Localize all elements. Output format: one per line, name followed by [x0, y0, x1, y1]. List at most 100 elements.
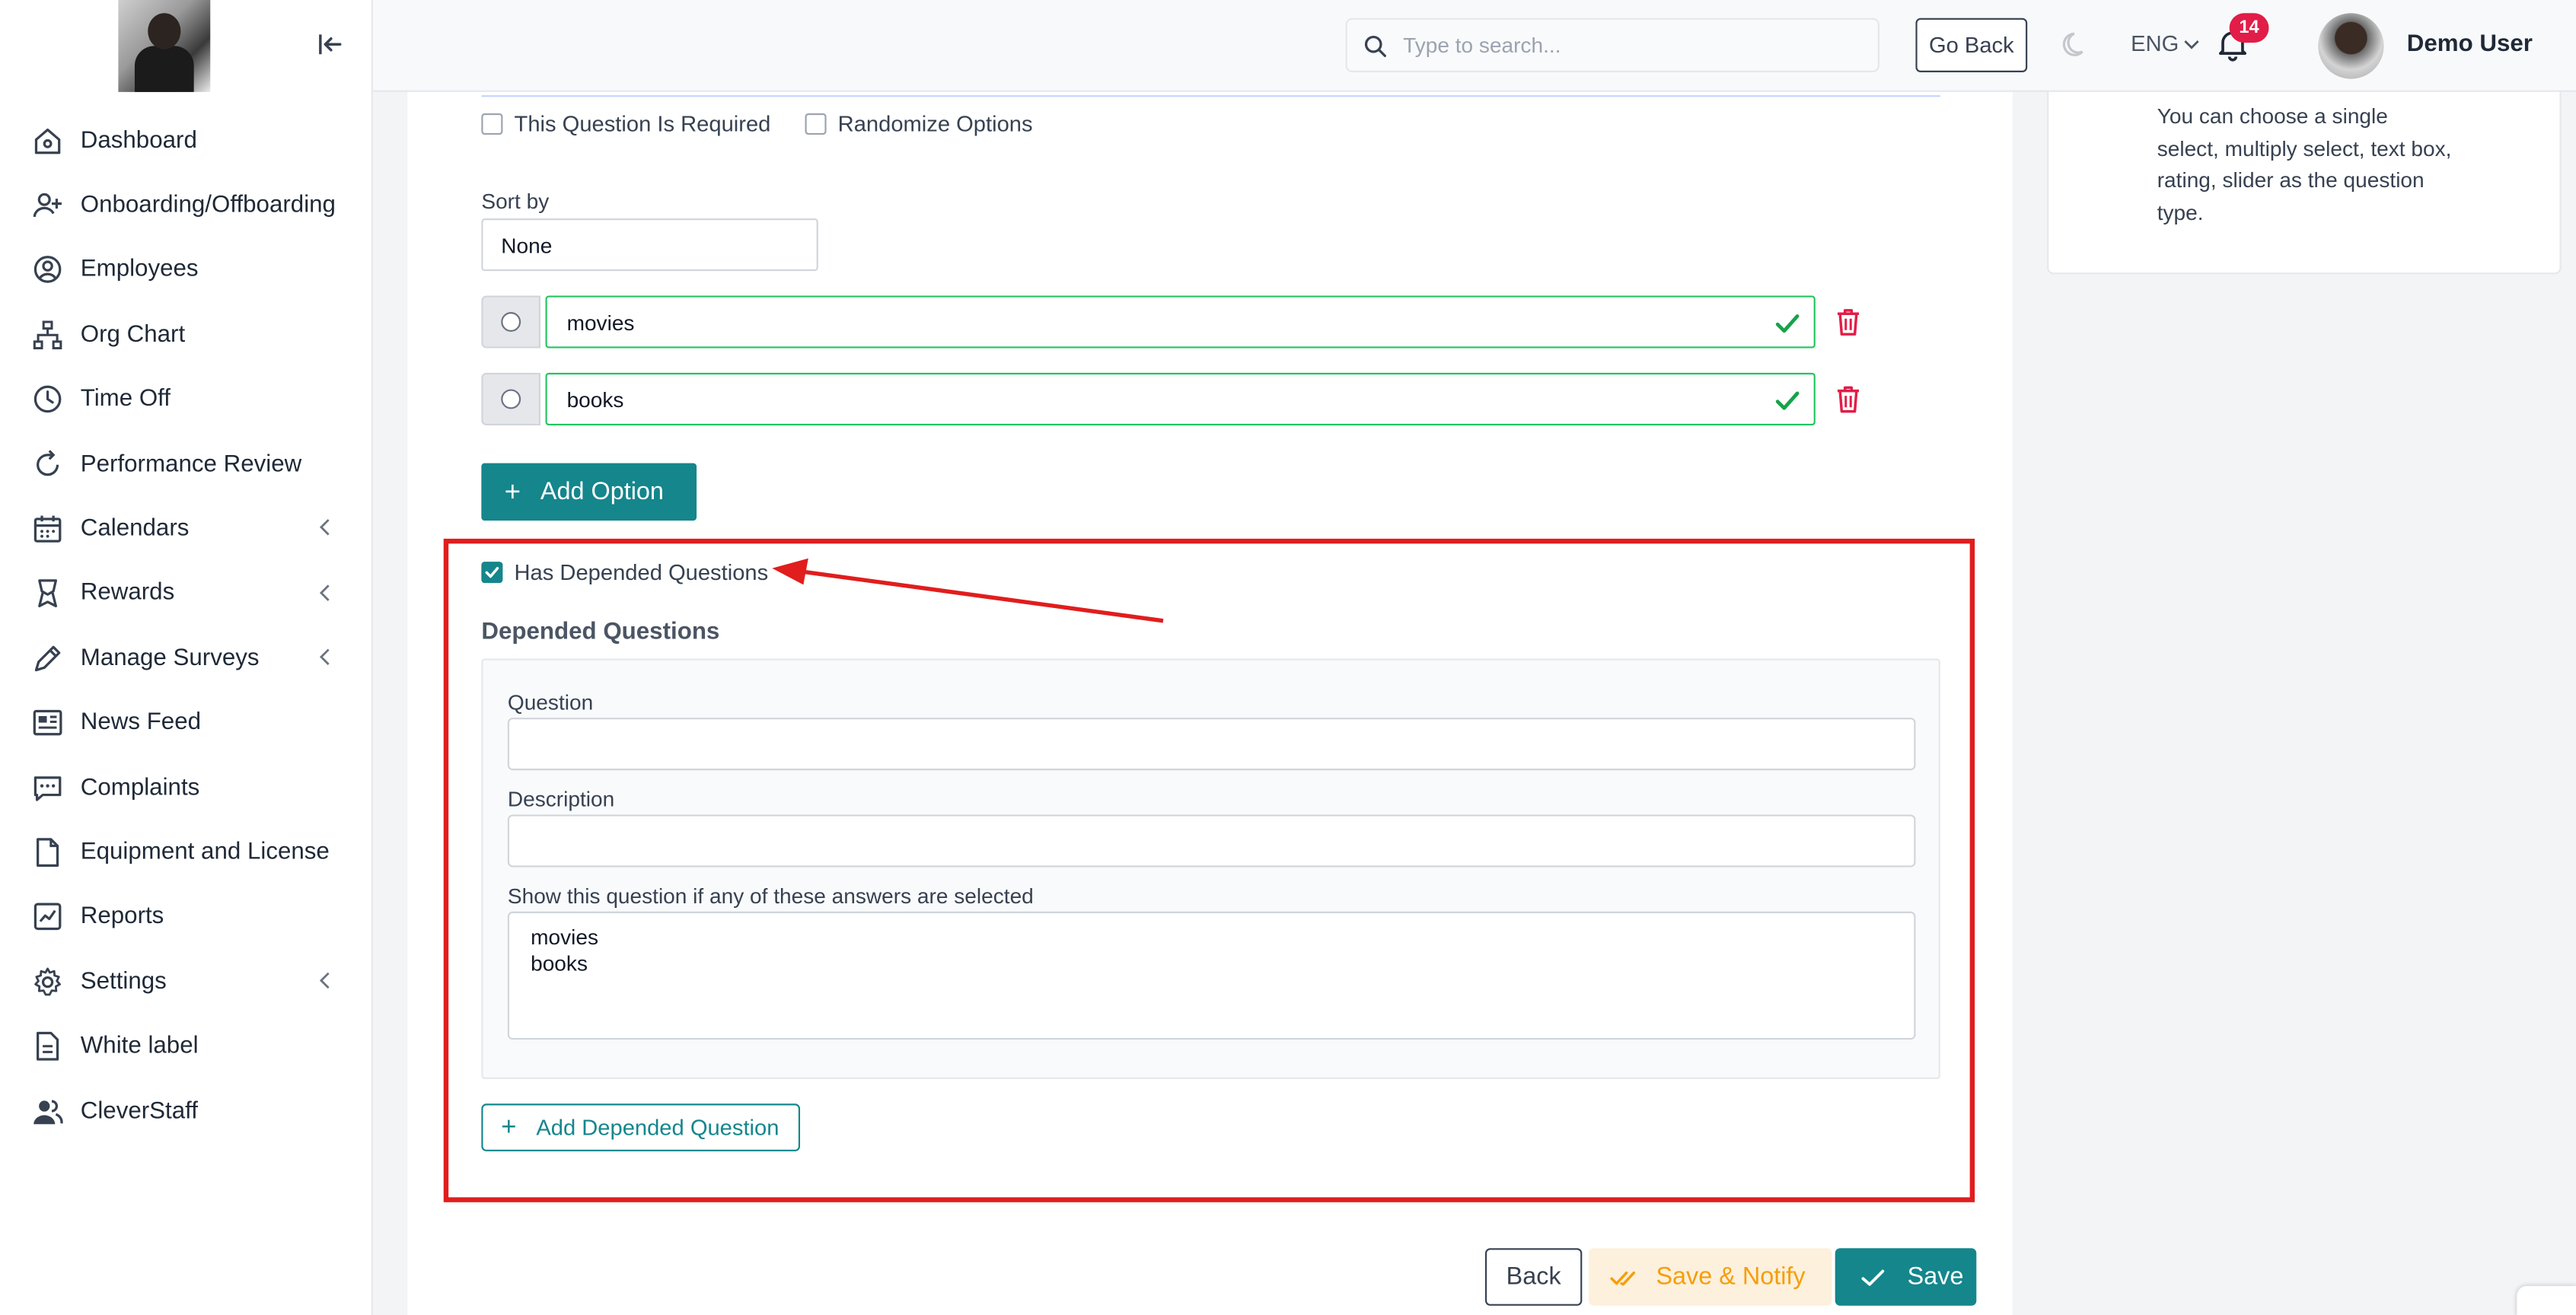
chart-icon	[33, 903, 62, 931]
chevron-down-icon	[2184, 39, 2200, 49]
sidebar-item-manage-surveys[interactable]: Manage Surveys	[0, 626, 373, 691]
clock-icon	[33, 386, 62, 413]
back-button[interactable]: Back	[1485, 1248, 1583, 1306]
add-option-button[interactable]: + Add Option	[481, 463, 697, 521]
question-input-edge	[481, 92, 1940, 97]
sidebar-item-label: Equipment and License	[80, 839, 330, 866]
randomize-checkbox[interactable]	[805, 113, 827, 135]
question-editor: This Question Is Required Randomize Opti…	[407, 91, 2013, 1315]
sidebar-item-settings[interactable]: Settings	[0, 950, 373, 1014]
randomize-checkbox-row[interactable]: Randomize Options	[805, 112, 1033, 136]
chevron-left-icon	[319, 972, 330, 989]
sidebar-item-calendars[interactable]: Calendars	[0, 497, 373, 562]
user-name[interactable]: Demo User	[2407, 31, 2533, 58]
sort-by-label: Sort by	[481, 189, 550, 214]
description-input[interactable]	[507, 814, 1916, 868]
option-radio-cell	[481, 372, 541, 425]
chevron-left-icon	[319, 648, 330, 666]
answers-multiselect[interactable]: movies books	[507, 911, 1916, 1040]
go-back-button[interactable]: Go Back	[1915, 18, 2028, 72]
sidebar-item-label: Complaints	[80, 774, 200, 801]
option-text: movies	[566, 309, 635, 335]
corner-widget[interactable]	[2517, 1285, 2576, 1315]
option-input[interactable]: books	[545, 372, 1816, 425]
option-radio[interactable]	[501, 312, 521, 332]
company-logo[interactable]	[118, 0, 211, 92]
required-checkbox-row[interactable]: This Question Is Required	[481, 112, 770, 136]
language-selector[interactable]: ENG	[2131, 31, 2200, 56]
answer-option[interactable]: movies	[531, 925, 1892, 951]
sidebar-item-label: Settings	[80, 968, 167, 995]
sidebar-item-label: CleverStaff	[80, 1097, 198, 1125]
plus-icon: +	[504, 475, 521, 507]
save-button[interactable]: Save	[1835, 1248, 1977, 1306]
notification-badge: 14	[2229, 13, 2269, 43]
sidebar-item-onboarding-offboarding[interactable]: Onboarding/Offboarding	[0, 173, 373, 237]
plus-icon: +	[501, 1113, 517, 1141]
tip-text: You can choose a single select, multiply…	[2157, 103, 2452, 224]
home-icon	[34, 128, 61, 154]
award-icon	[38, 580, 57, 608]
valid-check-icon	[1775, 391, 1800, 410]
sidebar-item-time-off[interactable]: Time Off	[0, 367, 373, 431]
annotation-arrow-icon	[772, 558, 1164, 623]
has-depended-label: Has Depended Questions	[514, 559, 769, 585]
add-depended-question-button[interactable]: + Add Depended Question	[481, 1103, 801, 1151]
sidebar-item-news-feed[interactable]: News Feed	[0, 691, 373, 756]
sidebar-item-org-chart[interactable]: Org Chart	[0, 302, 373, 367]
question-input[interactable]	[507, 718, 1916, 771]
search-icon	[1364, 34, 1386, 56]
answer-option[interactable]: books	[531, 951, 1892, 978]
sidebar-item-label: Org Chart	[80, 321, 186, 349]
show-if-label: Show this question if any of these answe…	[507, 884, 1034, 909]
sidebar-nav: Dashboard Onboarding/Offboarding Employees…	[0, 108, 373, 1143]
language-label: ENG	[2131, 31, 2179, 56]
option-row: movies	[481, 295, 1860, 349]
users-icon	[33, 1099, 63, 1124]
required-label: This Question Is Required	[514, 111, 771, 137]
trash-icon[interactable]	[1835, 307, 1862, 337]
refresh-icon	[37, 449, 59, 476]
sidebar-item-complaints[interactable]: Complaints	[0, 756, 373, 820]
required-checkbox[interactable]	[481, 113, 503, 135]
sidebar-item-equipment-and-license[interactable]: Equipment and License	[0, 820, 373, 885]
sidebar-item-white-label[interactable]: White label	[0, 1014, 373, 1079]
check-icon	[1861, 1269, 1885, 1285]
sidebar-item-label: Rewards	[80, 580, 175, 607]
sidebar-item-label: Reports	[80, 903, 164, 931]
valid-check-icon	[1775, 314, 1800, 333]
collapse-sidebar-icon[interactable]	[315, 30, 345, 59]
add-depended-label: Add Depended Question	[536, 1115, 779, 1140]
sidebar-item-label: Dashboard	[80, 127, 197, 154]
sort-by-select[interactable]: None	[481, 218, 818, 272]
search-box[interactable]	[1345, 18, 1879, 72]
depended-question-panel: Question Description Show this question …	[481, 658, 1940, 1079]
dark-mode-icon[interactable]	[2060, 28, 2093, 61]
sidebar-item-rewards[interactable]: Rewards	[0, 562, 373, 626]
user-plus-icon	[33, 193, 62, 218]
add-option-label: Add Option	[540, 478, 664, 506]
option-text: books	[566, 387, 624, 412]
sidebar-item-performance-review[interactable]: Performance Review	[0, 432, 373, 497]
option-radio-cell	[481, 295, 541, 349]
sidebar-item-reports[interactable]: Reports	[0, 885, 373, 950]
option-input[interactable]: movies	[545, 295, 1816, 349]
has-depended-checkbox-row[interactable]: Has Depended Questions	[481, 560, 768, 584]
sidebar-item-dashboard[interactable]: Dashboard	[0, 108, 373, 173]
avatar[interactable]	[2318, 13, 2384, 79]
has-depended-checkbox[interactable]	[481, 562, 503, 584]
save-and-notify-button[interactable]: Save & Notify	[1588, 1248, 1832, 1306]
depended-questions-title: Depended Questions	[481, 619, 720, 646]
description-label: Description	[507, 786, 615, 812]
option-radio[interactable]	[501, 389, 521, 409]
sidebar-item-label: News Feed	[80, 709, 202, 737]
search-input[interactable]	[1403, 33, 1831, 58]
sidebar-item-cleverstaff[interactable]: CleverStaff	[0, 1079, 373, 1144]
sidebar-item-label: Employees	[80, 256, 199, 284]
newspaper-icon	[33, 710, 62, 736]
trash-icon[interactable]	[1835, 384, 1862, 414]
gear-icon	[34, 966, 61, 995]
sidebar-item-label: Performance Review	[80, 451, 302, 478]
sidebar-item-employees[interactable]: Employees	[0, 237, 373, 302]
sidebar-item-label: Manage Surveys	[80, 645, 260, 672]
